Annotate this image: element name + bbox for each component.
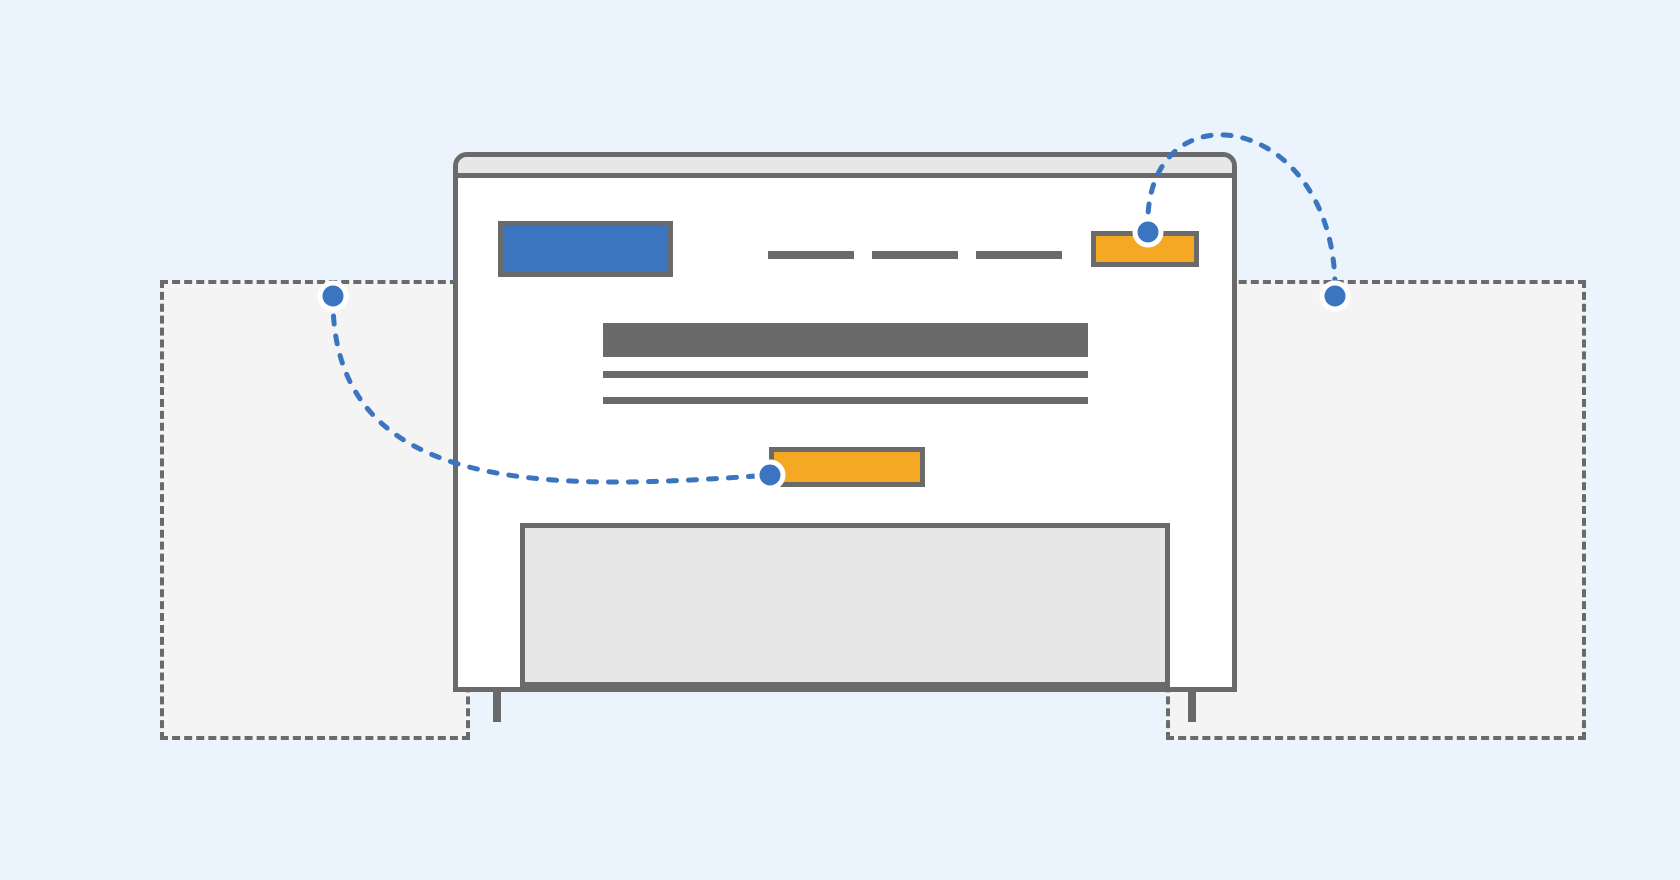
dashed-target-left [160,280,470,740]
nav-item-1 [768,251,854,259]
main-cta-button [769,447,925,487]
nav-item-3 [976,251,1062,259]
logo-placeholder [498,221,673,277]
nav-cta-button [1091,231,1199,267]
body-line-2 [603,397,1088,404]
hero-image-placeholder [520,523,1170,687]
stand-leg-right [1188,688,1196,722]
browser-chrome-bar [458,157,1232,178]
diagram-stage [0,0,1680,880]
browser-window [453,152,1237,692]
body-line-1 [603,371,1088,378]
stand-leg-left [493,688,501,722]
nav-item-2 [872,251,958,259]
headline-placeholder [603,323,1088,357]
